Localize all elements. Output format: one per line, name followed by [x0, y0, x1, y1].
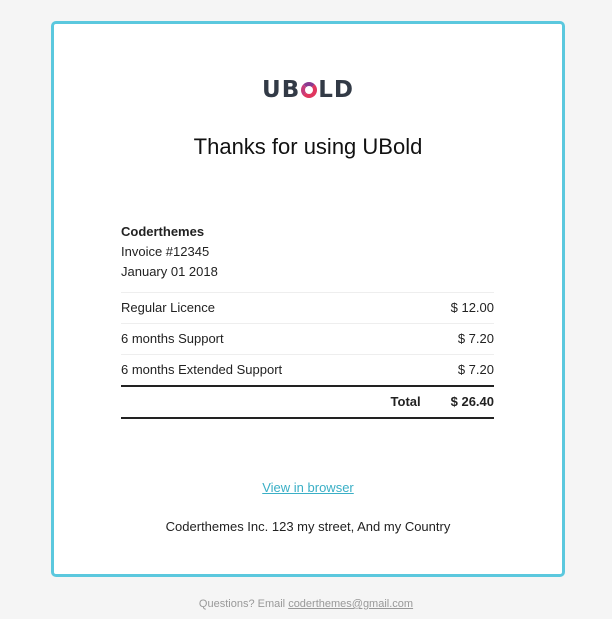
- item-price: $ 7.20: [457, 331, 494, 346]
- footer: Questions? Email coderthemes@gmail.com: [0, 598, 612, 610]
- item-name: 6 months Support: [121, 331, 224, 346]
- logo-text-prefix: UB: [262, 77, 301, 103]
- item-price: $ 12.00: [450, 300, 494, 315]
- email-card: UB LD Thanks for using UBold Coderthemes …: [51, 21, 565, 577]
- item-price: $ 7.20: [457, 362, 494, 377]
- invoice-total-row: Total $ 26.40: [121, 385, 494, 419]
- footer-question-text: Questions? Email: [198, 598, 289, 610]
- item-name: Regular Licence: [121, 300, 215, 315]
- total-value: $ 26.40: [450, 394, 494, 409]
- ubold-logo: UB LD: [54, 77, 562, 103]
- logo-text-suffix: LD: [318, 77, 354, 103]
- company-name: Coderthemes: [121, 224, 205, 239]
- email-heading: Thanks for using UBold: [193, 134, 423, 159]
- invoice-number: Invoice #12345: [121, 244, 210, 259]
- company-address: Coderthemes Inc. 123 my street, And my C…: [165, 519, 451, 534]
- invoice-items: Regular Licence $ 12.00 6 months Support…: [121, 292, 494, 385]
- invoice-date: January 01 2018: [121, 264, 218, 279]
- invoice-block: Coderthemes Invoice #12345 January 01 20…: [121, 222, 494, 419]
- view-in-browser-link[interactable]: View in browser: [54, 480, 562, 495]
- item-name: 6 months Extended Support: [121, 362, 283, 377]
- invoice-item-row: Regular Licence $ 12.00: [121, 293, 494, 324]
- invoice-item-row: 6 months Support $ 7.20: [121, 324, 494, 355]
- logo-ring-icon: [301, 82, 318, 98]
- support-email-link[interactable]: coderthemes@gmail.com: [288, 598, 413, 610]
- total-label: Total: [390, 394, 421, 409]
- invoice-item-row: 6 months Extended Support $ 7.20: [121, 355, 494, 385]
